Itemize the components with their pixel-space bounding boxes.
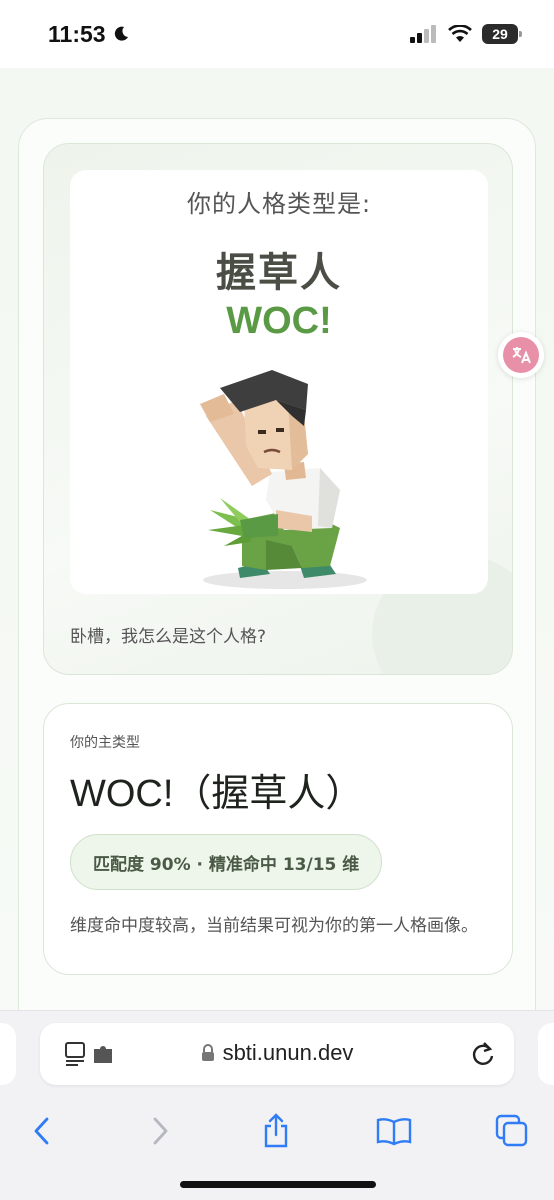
status-bar: 11:53 29 <box>0 0 554 68</box>
previous-tab-peek[interactable] <box>0 1023 16 1085</box>
navigation-row <box>0 1101 554 1161</box>
hero-card: 你的人格类型是: 握草人 WOC! 卧槽，我怎么是这个人格? <box>43 143 513 675</box>
main-type-card: 你的主类型 WOC!（握草人） 匹配度 90% · 精准命中 13/15 维 维… <box>43 703 513 975</box>
next-tab-peek[interactable] <box>538 1023 554 1085</box>
result-container: 你的人格类型是: 握草人 WOC! 卧槽，我怎么是这个人格? 你的主类型 WOC… <box>18 118 536 1038</box>
chevron-left-icon <box>34 1117 49 1145</box>
main-type-description: 维度命中度较高，当前结果可视为你的第一人格画像。 <box>70 916 478 936</box>
browser-toolbar: sbti.unun.dev <box>0 1010 554 1200</box>
hero-caption: 卧槽，我怎么是这个人格? <box>70 627 267 647</box>
status-indicators: 29 <box>410 24 522 44</box>
reload-icon <box>472 1042 494 1065</box>
back-button[interactable] <box>12 1101 72 1161</box>
reload-button[interactable] <box>470 1039 496 1071</box>
share-icon <box>264 1113 288 1148</box>
tabs-icon <box>495 1114 528 1147</box>
home-indicator[interactable] <box>180 1181 376 1188</box>
url-text: sbti.unun.dev <box>222 1040 354 1065</box>
web-page: 你的人格类型是: 握草人 WOC! 卧槽，我怎么是这个人格? 你的主类型 WOC… <box>0 68 554 1038</box>
battery-icon: 29 <box>482 24 522 44</box>
wifi-icon <box>448 25 472 42</box>
share-button[interactable] <box>246 1101 306 1161</box>
url-display: sbti.unun.dev <box>40 1040 514 1066</box>
crouching-person-illustration <box>200 370 367 589</box>
match-badge-text: 匹配度 90% · 精准命中 13/15 维 <box>93 854 360 875</box>
translate-icon <box>503 337 539 373</box>
tabs-button[interactable] <box>482 1101 542 1161</box>
lock-icon <box>201 1044 214 1061</box>
main-type-label: 你的主类型 <box>70 735 140 751</box>
hero-label: 你的人格类型是: <box>186 190 372 218</box>
type-name-cn: 握草人 <box>216 250 342 296</box>
forward-button[interactable] <box>130 1101 190 1161</box>
main-type-title: WOC!（握草人） <box>70 773 364 815</box>
book-icon <box>376 1118 412 1146</box>
type-name-en: WOC! <box>226 300 332 342</box>
hero-image-panel: 你的人格类型是: 握草人 WOC! <box>70 170 488 594</box>
translate-button[interactable] <box>498 332 544 378</box>
cellular-signal-icon <box>410 25 436 43</box>
address-bar[interactable]: sbti.unun.dev <box>40 1023 514 1085</box>
time-text: 11:53 <box>48 20 106 47</box>
chevron-right-icon <box>153 1117 168 1145</box>
bookmarks-button[interactable] <box>364 1101 424 1161</box>
moon-icon <box>114 26 128 41</box>
phone-screen: 11:53 29 你的人格类型是: 握草人 WOC! 卧槽，我怎么是这个人格? … <box>0 0 554 1200</box>
status-time: 11:53 <box>48 21 130 48</box>
match-badge: 匹配度 90% · 精准命中 13/15 维 <box>70 834 383 890</box>
battery-level: 29 <box>492 26 508 42</box>
